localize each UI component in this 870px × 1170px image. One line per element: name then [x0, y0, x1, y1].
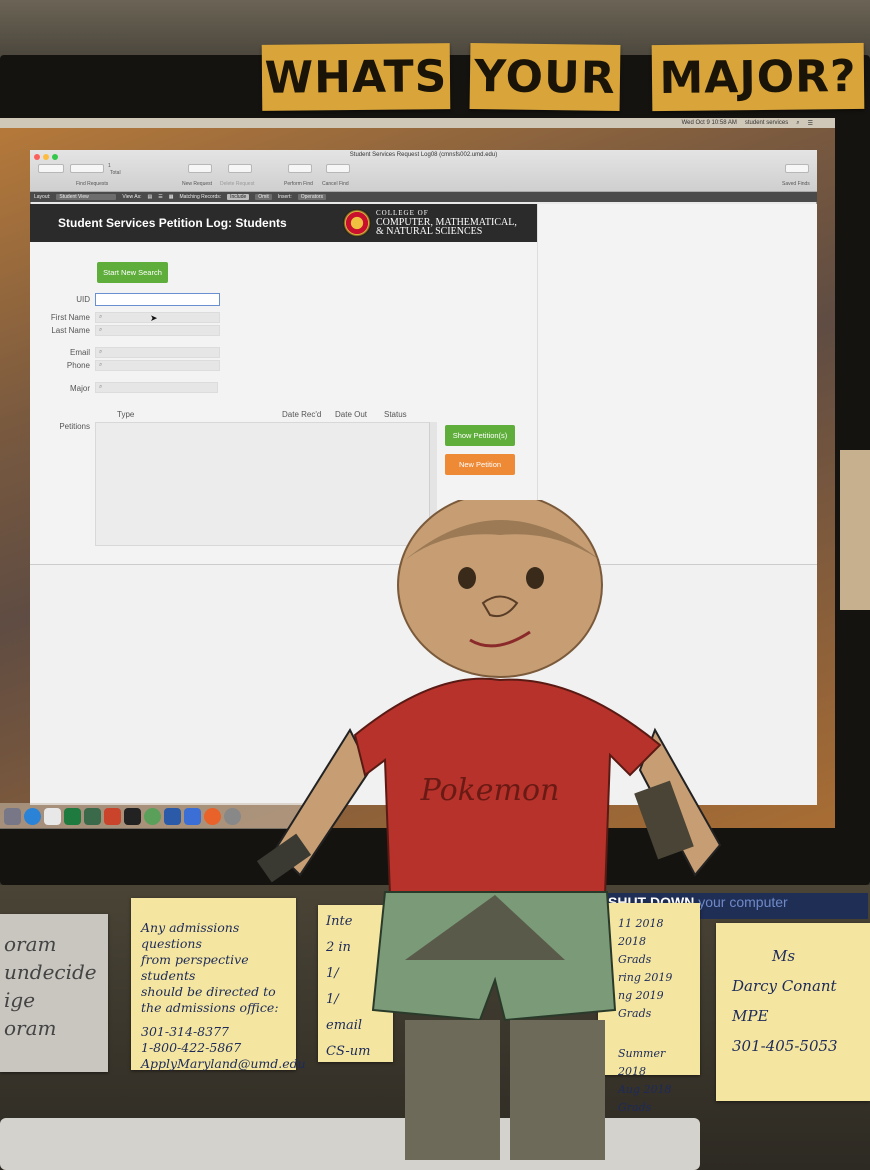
mac-menubar: Wed Oct 9 10:58 AM student services ⌕ ☰ [0, 118, 835, 128]
launchpad-icon[interactable] [4, 807, 21, 825]
column-header-date-out: Date Out [335, 410, 368, 419]
record-slider[interactable] [70, 164, 104, 173]
menubar-clock[interactable]: Wed Oct 9 10:58 AM [682, 120, 737, 126]
record-total: Total [110, 170, 121, 176]
banner-word-major: MAJOR? [651, 42, 865, 112]
word-icon[interactable] [164, 807, 181, 825]
column-header-type: Type [117, 410, 135, 419]
layout-bar: Layout: Student View View As: ▤ ☰ ▦ Matc… [30, 192, 817, 202]
start-new-search-button[interactable]: Start New Search [97, 262, 168, 283]
perform-find-button[interactable] [288, 164, 312, 173]
note-line: 301-405-5053 [732, 1037, 838, 1055]
chrome-icon[interactable] [144, 807, 161, 825]
saved-finds-star-icon[interactable] [785, 164, 809, 173]
doll-shirt-text: Pokemon [420, 773, 560, 808]
firefox-icon[interactable] [204, 807, 221, 825]
find-requests-label[interactable]: Find Requests [76, 181, 108, 187]
layout-select[interactable]: Student View [56, 194, 117, 200]
spotlight-icon[interactable]: ⌕ [796, 120, 799, 127]
note-line: MPE [732, 1007, 769, 1025]
new-request-label[interactable]: New Request [182, 181, 212, 187]
safari-icon[interactable] [24, 807, 41, 825]
delete-request-button[interactable] [228, 164, 252, 173]
note-line: ige [4, 988, 36, 1012]
view-table-icon[interactable]: ▦ [169, 194, 174, 200]
column-header-status: Status [384, 410, 407, 419]
email-label: Email [69, 348, 90, 357]
operators-button[interactable]: Operators [297, 194, 326, 200]
view-as-label: View As: [122, 194, 142, 200]
uid-field[interactable] [95, 293, 220, 306]
show-petitions-button[interactable]: Show Petition(s) [445, 425, 515, 446]
note-line: Darcy Conant [732, 977, 837, 995]
doll-left-leg [405, 1020, 500, 1160]
umd-seal-logo [343, 209, 371, 237]
new-petition-button[interactable]: New Petition [445, 454, 515, 475]
phone-field[interactable]: ⌕ [95, 360, 220, 371]
sticky-note-contact: Ms Darcy Conant MPE 301-405-5053 [716, 923, 870, 1101]
doll-left-eye [458, 567, 476, 589]
filemaker-icon[interactable] [184, 807, 201, 825]
view-list-icon[interactable]: ☰ [158, 194, 162, 200]
last-name-label: Last Name [51, 326, 90, 335]
page-title: Student Services Petition Log: Students [58, 216, 287, 230]
calendar-icon[interactable] [44, 807, 61, 825]
insert-label: Insert: [277, 194, 292, 200]
view-form-icon[interactable]: ▤ [148, 194, 153, 200]
column-header-date-recd: Date Rec'd [282, 410, 322, 419]
powerpoint-icon[interactable] [104, 807, 121, 825]
petitions-label: Petitions [59, 422, 90, 431]
doll-right-leg [510, 1020, 605, 1160]
delete-request-label[interactable]: Delete Request [220, 181, 254, 187]
layout-label: Layout: [34, 194, 51, 200]
sticky-note-grey: oram undecide ige oram [0, 914, 108, 1072]
window-title: Student Services Request Log08 (cmnsfs00… [349, 152, 498, 158]
menubar-user[interactable]: student services [745, 120, 788, 126]
cancel-find-label[interactable]: Cancel Find [322, 181, 349, 187]
menu-list-icon[interactable]: ☰ [808, 120, 813, 127]
window-titlebar: Student Services Request Log08 (cmnsfs00… [30, 150, 817, 192]
note-line: undecide [4, 960, 97, 984]
app-icon[interactable] [84, 807, 101, 825]
record-nav-buttons[interactable] [38, 164, 64, 173]
note-line: oram [4, 1016, 57, 1040]
uid-label: UID [76, 295, 90, 304]
email-field[interactable]: ⌕ [95, 347, 220, 358]
new-request-button[interactable] [188, 164, 212, 173]
terminal-icon[interactable] [124, 807, 141, 825]
side-paper-note [840, 450, 870, 610]
major-field[interactable]: ⌕ [95, 382, 218, 393]
first-name-label: First Name [50, 313, 90, 322]
phone-label: Phone [66, 361, 90, 370]
perform-find-label[interactable]: Perform Find [284, 181, 313, 187]
cancel-find-button[interactable] [326, 164, 350, 173]
include-button[interactable]: Include [227, 194, 250, 200]
banner-word-your: YOUR [469, 42, 621, 112]
college-line3: & NATURAL SCIENCES [376, 226, 483, 237]
excel-icon[interactable] [64, 807, 81, 825]
last-name-field[interactable]: ⌕ [95, 325, 220, 336]
mouse-cursor-icon: ➤ [150, 313, 158, 323]
major-label: Major [69, 384, 90, 393]
paper-doll-illustration: Pokemon [256, 500, 722, 1160]
matching-records-label: Matching Records: [179, 194, 222, 200]
omit-button[interactable]: Omit [255, 194, 272, 200]
note-line: Ms [772, 947, 796, 965]
college-logo: COLLEGE OF COMPUTER, MATHEMATICAL, & NAT… [376, 209, 517, 237]
note-line: oram [4, 932, 57, 956]
record-count: 1 [108, 163, 111, 169]
banner-word-whats: WHATS [261, 43, 451, 111]
saved-finds-label[interactable]: Saved Finds [782, 181, 810, 187]
doll-right-eye [526, 567, 544, 589]
system-preferences-icon[interactable] [224, 807, 241, 825]
